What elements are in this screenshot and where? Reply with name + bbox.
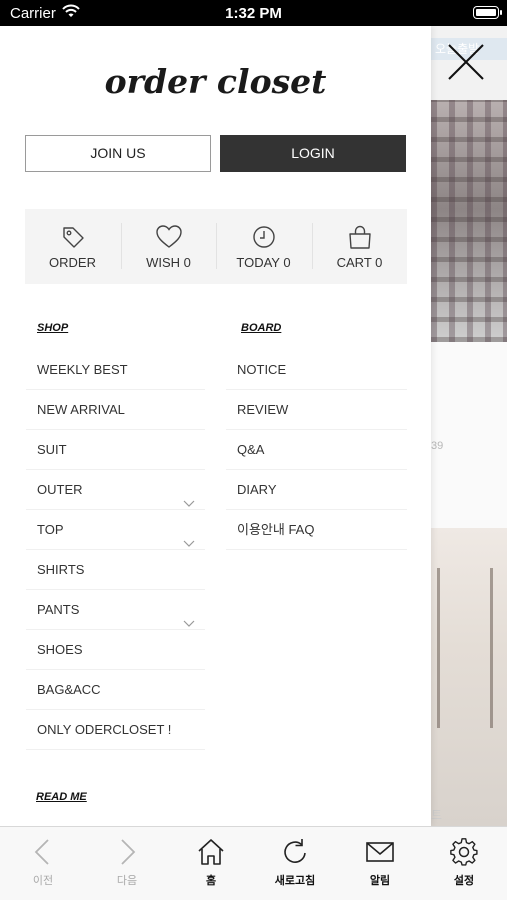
tag-icon bbox=[25, 224, 120, 250]
menu-item-bag-acc[interactable]: BAG&ACC bbox=[26, 670, 205, 710]
quick-link-cart[interactable]: CART 0 bbox=[312, 209, 407, 284]
board-section-title: BOARD bbox=[241, 322, 282, 334]
shop-menu: WEEKLY BEST NEW ARRIVAL SUIT OUTER TOP S… bbox=[26, 350, 205, 750]
menu-item-label: OUTER bbox=[37, 482, 83, 497]
chevron-right-icon bbox=[85, 837, 169, 867]
quick-link-order[interactable]: ORDER bbox=[25, 209, 120, 284]
brand-logo[interactable]: order closet bbox=[0, 62, 431, 101]
menu-item-shoes[interactable]: SHOES bbox=[26, 630, 205, 670]
notifications-button[interactable]: 알림 bbox=[338, 827, 422, 901]
side-menu-drawer: order closet JOIN US LOGIN ORDER WISH 0 bbox=[0, 26, 431, 826]
board-menu: NOTICE REVIEW Q&A DIARY 이용안내 FAQ bbox=[226, 350, 407, 550]
menu-item-only-odercloset[interactable]: ONLY ODERCLOSET ! bbox=[26, 710, 205, 750]
heart-icon bbox=[121, 224, 216, 250]
menu-item-qna[interactable]: Q&A bbox=[226, 430, 407, 470]
toolbar-label: 설정 bbox=[453, 875, 475, 887]
toolbar-label: 다음 bbox=[116, 875, 138, 887]
quick-link-label: TODAY 0 bbox=[236, 255, 291, 270]
back-button[interactable]: 이전 bbox=[1, 827, 85, 901]
quick-link-today[interactable]: TODAY 0 bbox=[216, 209, 311, 284]
menu-item-label: PANTS bbox=[37, 602, 80, 617]
close-drawer-button[interactable] bbox=[447, 43, 485, 81]
shopping-bag-icon bbox=[312, 224, 407, 250]
chevron-left-icon bbox=[1, 837, 85, 867]
menu-item-notice[interactable]: NOTICE bbox=[226, 350, 407, 390]
refresh-button[interactable]: 새로고침 bbox=[253, 827, 337, 901]
menu-item-faq[interactable]: 이용안내 FAQ bbox=[226, 510, 407, 550]
toolbar-label: 홈 bbox=[205, 875, 217, 887]
refresh-icon bbox=[253, 837, 337, 867]
background-page: 오늘출발 39 트 bbox=[431, 26, 507, 826]
background-product-info bbox=[431, 342, 507, 528]
quick-links: ORDER WISH 0 TODAY 0 CART 0 bbox=[25, 209, 407, 284]
background-product-photo bbox=[431, 528, 507, 826]
read-me-section-title: READ ME bbox=[36, 791, 87, 803]
join-us-button[interactable]: JOIN US bbox=[25, 135, 211, 172]
background-caption: 트 bbox=[431, 808, 443, 822]
menu-item-shirts[interactable]: SHIRTS bbox=[26, 550, 205, 590]
battery-tip bbox=[500, 10, 502, 15]
quick-link-label: CART 0 bbox=[336, 255, 383, 270]
mail-icon bbox=[338, 837, 422, 867]
toolbar-label: 알림 bbox=[369, 875, 391, 887]
home-icon bbox=[169, 837, 253, 867]
quick-link-label: WISH 0 bbox=[146, 255, 191, 270]
close-icon bbox=[448, 44, 484, 80]
background-price: 39 bbox=[431, 440, 444, 452]
toolbar-label: 새로고침 bbox=[274, 875, 316, 887]
home-button[interactable]: 홈 bbox=[169, 827, 253, 901]
clock-icon bbox=[216, 224, 311, 250]
menu-item-outer[interactable]: OUTER bbox=[26, 470, 205, 510]
menu-item-review[interactable]: REVIEW bbox=[226, 390, 407, 430]
bottom-toolbar: 이전 다음 홈 새로고침 알림 설정 bbox=[0, 826, 507, 900]
settings-button[interactable]: 설정 bbox=[422, 827, 506, 901]
gear-icon bbox=[422, 837, 506, 867]
background-product-photo bbox=[431, 100, 507, 342]
menu-item-label: TOP bbox=[37, 522, 64, 537]
menu-item-weekly-best[interactable]: WEEKLY BEST bbox=[26, 350, 205, 390]
menu-item-diary[interactable]: DIARY bbox=[226, 470, 407, 510]
quick-link-wish[interactable]: WISH 0 bbox=[121, 209, 216, 284]
quick-link-label: ORDER bbox=[49, 255, 96, 270]
menu-item-top[interactable]: TOP bbox=[26, 510, 205, 550]
toolbar-label: 이전 bbox=[32, 875, 54, 887]
menu-item-pants[interactable]: PANTS bbox=[26, 590, 205, 630]
clock-time: 1:32 PM bbox=[225, 5, 282, 22]
menu-item-suit[interactable]: SUIT bbox=[26, 430, 205, 470]
login-button[interactable]: LOGIN bbox=[220, 135, 406, 172]
menu-item-new-arrival[interactable]: NEW ARRIVAL bbox=[26, 390, 205, 430]
forward-button[interactable]: 다음 bbox=[85, 827, 169, 901]
shop-section-title: SHOP bbox=[37, 322, 69, 334]
battery-icon bbox=[473, 6, 499, 19]
status-bar: Carrier 1:32 PM bbox=[0, 0, 507, 26]
